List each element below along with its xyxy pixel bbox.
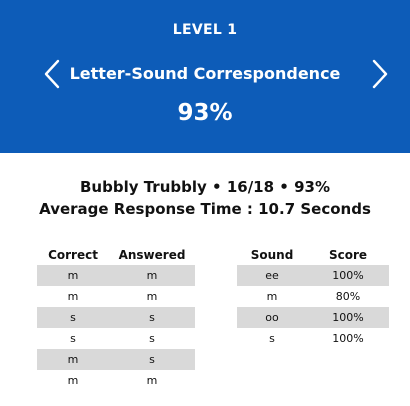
sounds-table: Sound Score ee 100% m 80% oo 100% s 100% [237,245,389,349]
level-header: LEVEL 1 Letter-Sound Correspondence 93% [0,0,410,153]
score-percent: 93% [177,100,233,126]
table-row: ee 100% [237,265,389,286]
table-cell: 100% [332,332,364,345]
next-button[interactable] [364,58,394,90]
table-row: m s [37,349,195,370]
table-cell: ee [237,265,307,286]
table-cell: m [37,265,109,286]
table-cell: 100% [307,307,389,328]
table-row: m m [37,286,195,307]
table-cell: s [149,332,155,345]
table-cell: 100% [307,265,389,286]
level-title: LEVEL 1 [172,22,238,38]
skill-title: Letter-Sound Correspondence [69,64,341,83]
table-row: m m [37,370,195,391]
table-cell: m [109,265,195,286]
table-cell: m [67,290,79,303]
column-header-sound: Sound [250,248,294,262]
table-cell: m [37,349,109,370]
column-header-score: Score [328,248,368,262]
table-cell: s [37,307,109,328]
table-cell: m [67,374,79,387]
table-cell: m [146,290,158,303]
table-cell: s [109,307,195,328]
column-header-answered: Answered [118,248,186,262]
table-cell: m [266,290,278,303]
table-row: m 80% [237,286,389,307]
summary-game-score: Bubbly Trubbly • 16/18 • 93% [80,178,330,196]
table-row: s 100% [237,328,389,349]
table-row: s s [37,328,195,349]
table-cell: 80% [335,290,361,303]
table-cell: m [146,374,158,387]
table-row: s s [37,307,195,328]
column-header-correct: Correct [48,248,98,262]
table-row: m m [37,265,195,286]
table-cell: oo [237,307,307,328]
summary-response-time: Average Response Time : 10.7 Seconds [39,200,371,218]
level-report-screen: LEVEL 1 Letter-Sound Correspondence 93% … [0,0,410,406]
answers-table: Correct Answered m m m m s s s s m s m m [37,245,195,391]
table-cell: s [109,349,195,370]
summary: Bubbly Trubbly • 16/18 • 93% Average Res… [0,176,410,220]
chevron-right-icon [372,59,388,89]
table-cell: s [269,332,275,345]
table-cell: s [70,332,76,345]
table-row: oo 100% [237,307,389,328]
